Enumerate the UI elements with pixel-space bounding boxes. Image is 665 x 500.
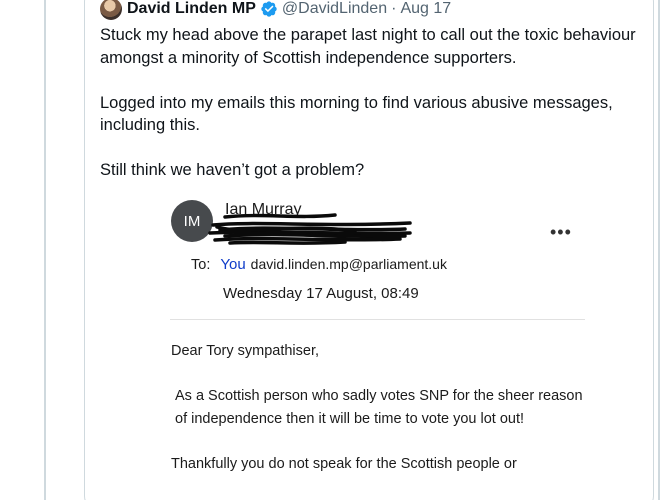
email-divider	[170, 319, 585, 320]
tweet-paragraph: Still think we haven’t got a problem?	[100, 161, 365, 179]
user-handle[interactable]: @DavidLinden	[282, 0, 387, 18]
thread-connector-line	[44, 0, 46, 500]
more-options-icon: •••	[550, 222, 572, 242]
verified-badge-icon	[261, 1, 277, 17]
sender-initials: IM	[183, 212, 201, 230]
to-label: To:	[191, 257, 211, 273]
email-date: Wednesday 17 August, 08:49	[223, 285, 419, 302]
avatar[interactable]	[100, 0, 122, 20]
tweet-header: David Linden MP @DavidLinden · Aug 17	[100, 0, 451, 21]
email-greeting: Dear Tory sympathiser,	[171, 343, 320, 359]
email-paragraph: As a Scottish person who sadly votes SNP…	[175, 388, 583, 427]
separator-dot: ·	[391, 0, 397, 17]
tweet-text: Stuck my head above the parapet last nig…	[100, 24, 640, 182]
tweet-paragraph: Logged into my emails this morning to fi…	[100, 93, 613, 135]
timeline-border	[658, 0, 660, 500]
tweet-date[interactable]: Aug 17	[400, 0, 451, 18]
tweet-paragraph: Stuck my head above the parapet last nig…	[100, 26, 636, 67]
email-paragraph: Thankfully you do not speak for the Scot…	[171, 455, 517, 472]
email-body: Dear Tory sympathiser, As a Scottish per…	[171, 340, 591, 475]
recipient-you: You	[220, 256, 246, 273]
recipient-address: david.linden.mp@parliament.uk	[250, 256, 447, 272]
recipient-row: To: You david.linden.mp@parliament.uk	[191, 256, 447, 273]
redaction-scribble	[208, 213, 412, 245]
display-name[interactable]: David Linden MP	[127, 0, 256, 18]
